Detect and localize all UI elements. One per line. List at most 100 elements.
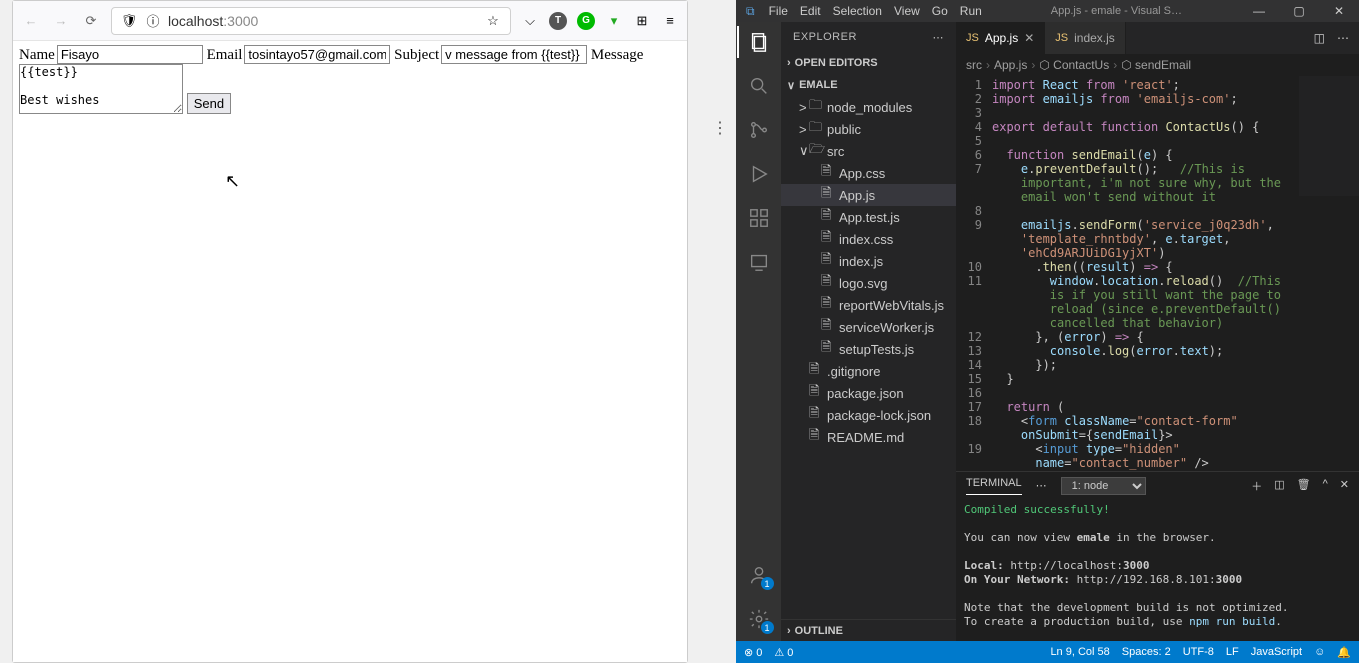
breadcrumb-item[interactable]: src (966, 58, 982, 72)
address-bar[interactable]: 🛡 ⓘ localhost:3000 ☆ (111, 7, 511, 35)
account-icon[interactable]: 1 (747, 563, 771, 587)
file-icon: 🗎 (809, 426, 823, 448)
browser-toolbar: ← → ⟳ 🛡 ⓘ localhost:3000 ☆ ⌵ T G ▾ ⊞ ≡ (13, 1, 687, 41)
outline-section[interactable]: ›OUTLINE (781, 619, 956, 641)
status-spaces[interactable]: Spaces: 2 (1122, 646, 1171, 659)
pocket-icon[interactable]: ⌵ (521, 12, 539, 30)
shield2-icon[interactable]: ▾ (605, 12, 623, 30)
close-window-button[interactable]: ✕ (1319, 0, 1359, 22)
send-button[interactable]: Send (187, 93, 231, 114)
debug-icon[interactable] (747, 162, 771, 186)
breadcrumb[interactable]: src ›App.js ›⬡ ContactUs ›⬡ sendEmail (956, 54, 1359, 76)
tree-label: index.css (839, 232, 893, 247)
tree-item-node_modules[interactable]: >🗀node_modules (781, 96, 956, 118)
window-title: App.js - emale - Visual S… (1008, 5, 1225, 17)
split-editor-icon[interactable]: ◫ (1314, 31, 1325, 45)
terminal-more-icon[interactable]: ⋯ (1036, 479, 1047, 492)
tree-label: App.css (839, 166, 885, 181)
new-terminal-icon[interactable]: ＋ (1251, 478, 1262, 494)
menu-edit[interactable]: Edit (800, 4, 821, 18)
tree-label: src (827, 144, 844, 159)
back-button[interactable]: ← (21, 11, 41, 31)
menu-selection[interactable]: Selection (833, 4, 882, 18)
extensions-icon[interactable] (747, 206, 771, 230)
settings-icon[interactable]: 1 (747, 607, 771, 631)
terminal-tab[interactable]: TERMINAL (966, 477, 1022, 495)
tree-item-README.md[interactable]: 🗎README.md (781, 426, 956, 448)
tree-label: App.test.js (839, 210, 900, 225)
message-textarea[interactable] (19, 64, 183, 114)
tree-item-App.test.js[interactable]: 🗎App.test.js (781, 206, 956, 228)
tree-item-index.js[interactable]: 🗎index.js (781, 250, 956, 272)
email-input[interactable] (244, 45, 390, 64)
hamburger-icon[interactable]: ≡ (661, 12, 679, 30)
tree-item-App.css[interactable]: 🗎 App.css (781, 162, 956, 184)
puzzle-icon[interactable]: ⊞ (633, 12, 651, 30)
breadcrumb-item[interactable]: ⬡ sendEmail (1121, 58, 1191, 72)
breadcrumb-item[interactable]: App.js (994, 58, 1027, 72)
name-input[interactable] (57, 45, 203, 64)
tree-item-serviceWorker.js[interactable]: 🗎serviceWorker.js (781, 316, 956, 338)
minimap[interactable] (1299, 76, 1359, 196)
subject-input[interactable] (441, 45, 587, 64)
code-editor[interactable]: 1234567891011121314151617181920 import R… (956, 76, 1359, 471)
vscode-logo-icon: ⧉ (746, 4, 755, 19)
overflow-icon[interactable]: ⋮ (712, 118, 728, 138)
project-folder-section[interactable]: ∨EMALE (781, 74, 956, 96)
close-tab-icon[interactable]: ✕ (1024, 31, 1034, 45)
tree-item-src[interactable]: ∨🗁src (781, 140, 956, 162)
scm-icon[interactable] (747, 118, 771, 142)
grammarly-icon[interactable]: G (577, 12, 595, 30)
more-icon[interactable]: ⋯ (933, 31, 945, 44)
tree-item-App.js[interactable]: 🗎App.js (781, 184, 956, 206)
tab-index.js[interactable]: JSindex.js (1045, 22, 1126, 54)
status-feedback-icon[interactable]: ☺ (1314, 646, 1325, 659)
maximize-terminal-icon[interactable]: ^ (1323, 478, 1328, 494)
status-errors[interactable]: ⊗ 0 (744, 646, 762, 659)
tree-item-package-lock.json[interactable]: 🗎package-lock.json (781, 404, 956, 426)
tab-App.js[interactable]: JSApp.js✕ (956, 22, 1045, 54)
status-lncol[interactable]: Ln 9, Col 58 (1050, 646, 1109, 659)
status-eol[interactable]: LF (1226, 646, 1239, 659)
status-language[interactable]: JavaScript (1251, 646, 1302, 659)
file-icon: 🗎 (821, 184, 835, 206)
terminal-select[interactable]: 1: node (1061, 477, 1146, 495)
reload-button[interactable]: ⟳ (81, 11, 101, 31)
status-bar: ⊗ 0 ⚠ 0 Ln 9, Col 58 Spaces: 2 UTF-8 LF … (736, 641, 1359, 663)
minimize-button[interactable]: — (1239, 0, 1279, 22)
status-encoding[interactable]: UTF-8 (1183, 646, 1214, 659)
forward-button[interactable]: → (51, 11, 71, 31)
tree-item-reportWebVitals.js[interactable]: 🗎reportWebVitals.js (781, 294, 956, 316)
editor-more-icon[interactable]: ⋯ (1337, 31, 1349, 45)
ext1-icon[interactable]: T (549, 12, 567, 30)
tree-item-index.css[interactable]: 🗎 index.css (781, 228, 956, 250)
tree-item-.gitignore[interactable]: 🗎.gitignore (781, 360, 956, 382)
breadcrumb-item[interactable]: ⬡ ContactUs (1039, 58, 1109, 72)
tree-item-package.json[interactable]: 🗎package.json (781, 382, 956, 404)
message-label: Message (591, 47, 644, 63)
menu-run[interactable]: Run (960, 4, 982, 18)
liveshare-icon[interactable] (747, 250, 771, 274)
file-icon: 🗎 (809, 360, 823, 382)
kill-terminal-icon[interactable]: 🗑 (1297, 478, 1311, 494)
menu-go[interactable]: Go (932, 4, 948, 18)
status-bell-icon[interactable]: 🔔 (1337, 646, 1351, 659)
bookmark-icon[interactable]: ☆ (484, 12, 502, 30)
maximize-button[interactable]: ▢ (1279, 0, 1319, 22)
close-terminal-icon[interactable]: ✕ (1340, 478, 1349, 494)
menu-file[interactable]: File (769, 4, 788, 18)
status-warnings[interactable]: ⚠ 0 (774, 646, 793, 659)
split-terminal-icon[interactable]: ◫ (1274, 478, 1284, 494)
tree-item-setupTests.js[interactable]: 🗎setupTests.js (781, 338, 956, 360)
search-icon[interactable] (747, 74, 771, 98)
file-icon: 🗎 (821, 162, 835, 184)
file-icon: 🗎 (821, 228, 835, 250)
tree-item-logo.svg[interactable]: 🗎logo.svg (781, 272, 956, 294)
tree-item-public[interactable]: >🗀public (781, 118, 956, 140)
explorer-icon[interactable] (747, 30, 771, 54)
terminal-output[interactable]: Compiled successfully! You can now view … (956, 499, 1359, 641)
email-label: Email (207, 47, 243, 63)
open-editors-section[interactable]: ›OPEN EDITORS (781, 52, 956, 74)
vscode-titlebar: ⧉ File Edit Selection View Go Run App.js - em… (736, 0, 1359, 22)
menu-view[interactable]: View (894, 4, 920, 18)
